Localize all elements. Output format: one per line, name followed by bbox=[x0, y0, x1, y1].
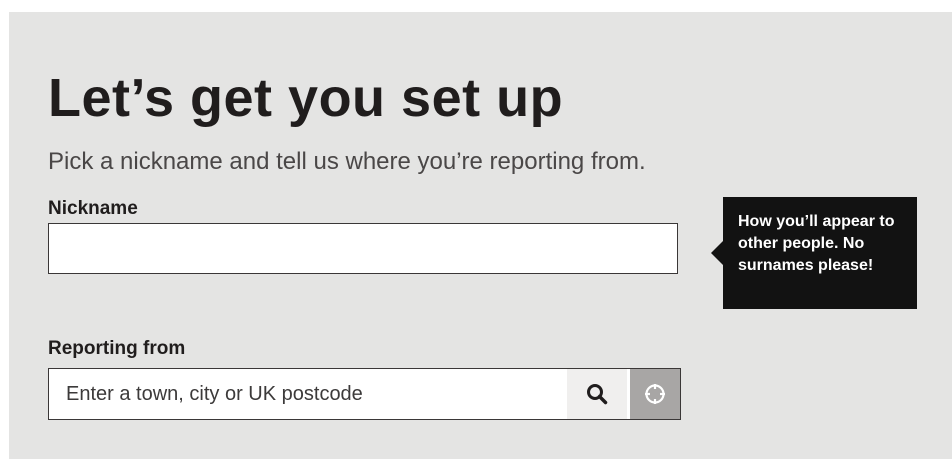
page-title: Let’s get you set up bbox=[48, 68, 564, 128]
search-icon bbox=[586, 383, 608, 405]
page-subtitle: Pick a nickname and tell us where you’re… bbox=[48, 148, 646, 175]
location-search-group bbox=[48, 368, 681, 420]
nickname-input[interactable] bbox=[48, 223, 678, 274]
reporting-from-label: Reporting from bbox=[48, 338, 186, 359]
location-search-input[interactable] bbox=[49, 369, 567, 419]
nickname-tooltip: How you’ll appear to other people. No su… bbox=[711, 197, 917, 309]
search-button[interactable] bbox=[567, 369, 627, 419]
nickname-tooltip-text: How you’ll appear to other people. No su… bbox=[738, 213, 895, 274]
setup-panel: Let’s get you set up Pick a nickname and… bbox=[9, 12, 952, 459]
nickname-label: Nickname bbox=[48, 198, 138, 219]
crosshair-icon bbox=[644, 383, 666, 405]
use-my-location-button[interactable] bbox=[630, 369, 680, 419]
